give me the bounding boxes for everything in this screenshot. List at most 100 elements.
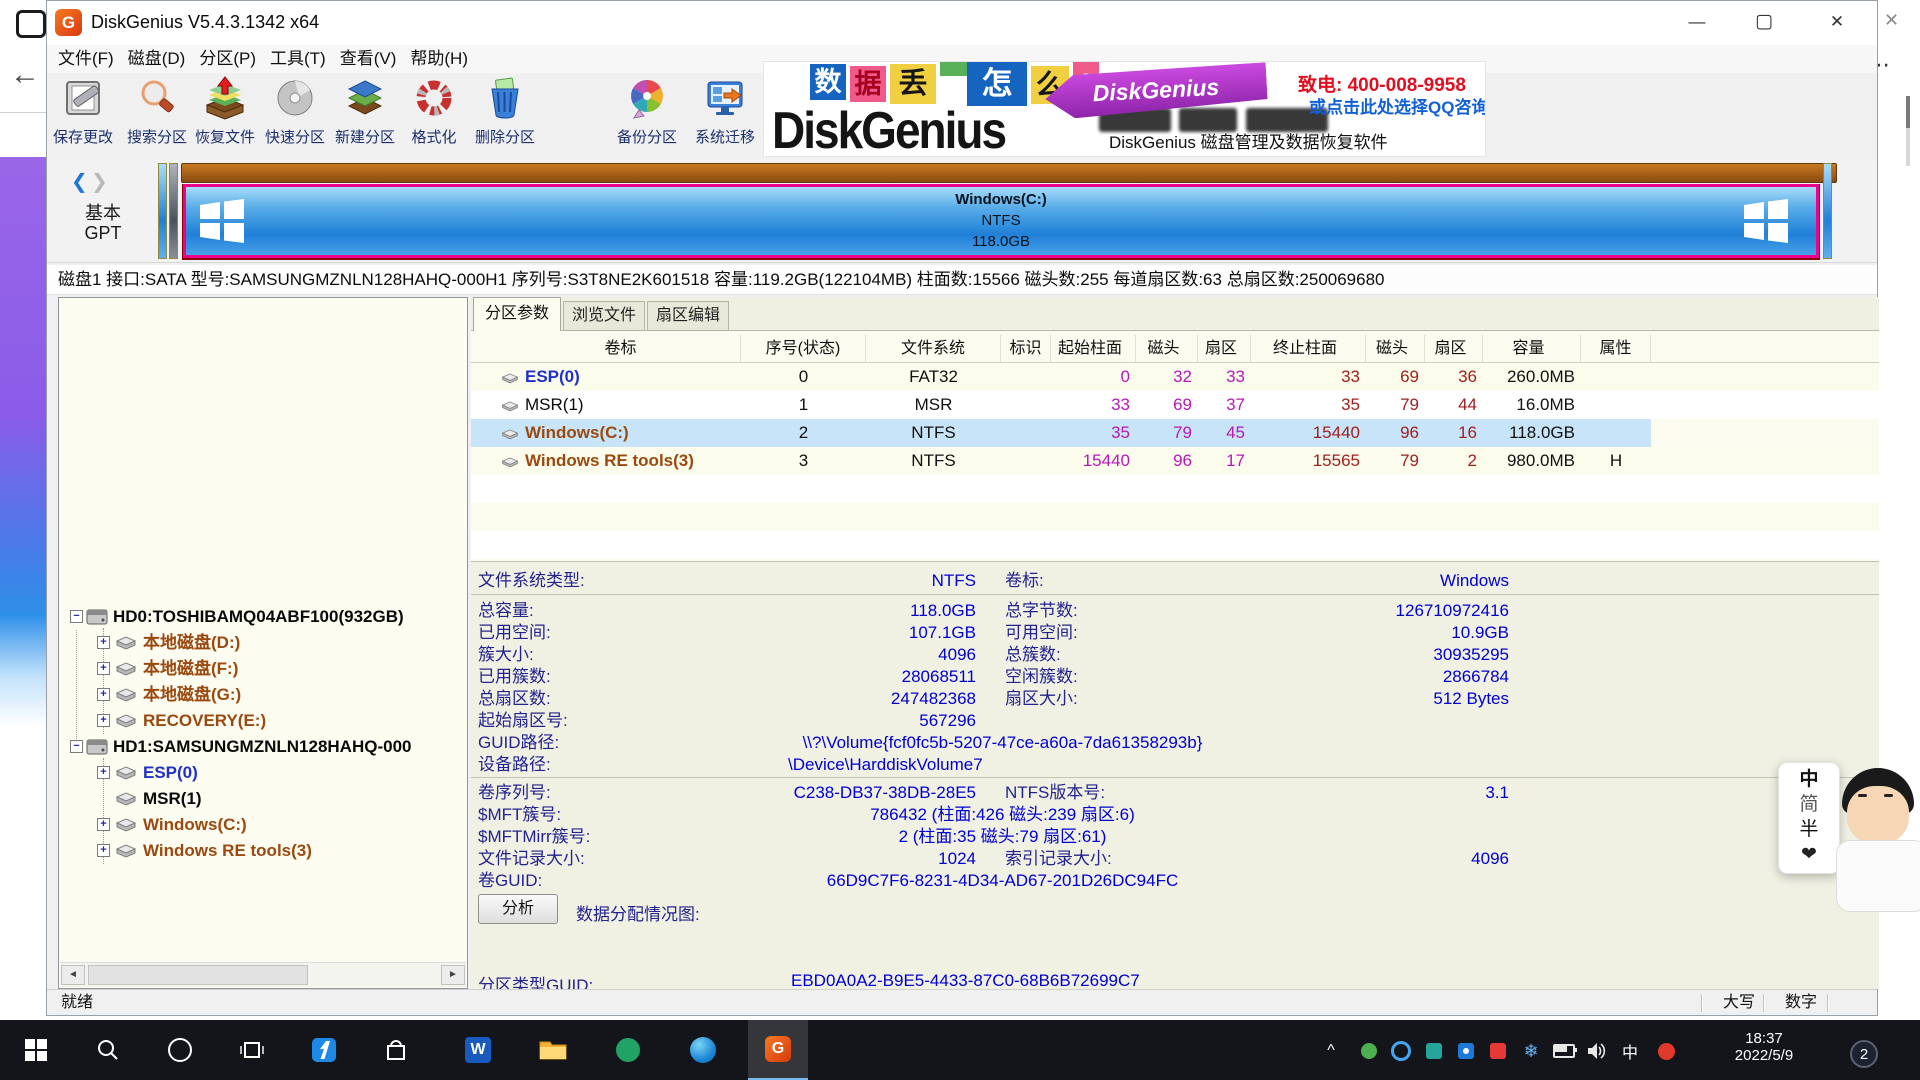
- screen: ← ✕ ⋯ G DiskGenius V5.4.3.1342 x64 — ▢ ✕…: [0, 0, 1920, 1080]
- expand-icon[interactable]: +: [97, 766, 110, 779]
- table-row-msr[interactable]: MSR(1) 1MSR 336937 357944 16.0MB: [471, 391, 1879, 419]
- banner-qq-link[interactable]: 或点击此处选择QQ咨询: [1309, 93, 1486, 118]
- scroll-right-icon[interactable]: ►: [441, 965, 465, 985]
- tab-browse-files[interactable]: 浏览文件: [563, 301, 645, 331]
- search-partition-button[interactable]: 搜索分区: [121, 76, 193, 156]
- recover-files-button[interactable]: 恢复文件: [189, 76, 261, 156]
- tray-qq-icon[interactable]: [1453, 1038, 1479, 1064]
- esp-partition-strip[interactable]: [158, 163, 167, 259]
- tree-item-recovery-e[interactable]: + RECOVERY(E:): [59, 708, 467, 734]
- horizontal-scrollbar[interactable]: ◄ ►: [60, 962, 466, 987]
- taskbar-search-button[interactable]: [78, 1020, 138, 1080]
- ime-char[interactable]: 半: [1779, 817, 1839, 842]
- menu-help[interactable]: 帮助(H): [403, 45, 475, 73]
- expand-icon[interactable]: +: [97, 714, 110, 727]
- snowflake-icon[interactable]: ❄: [1518, 1038, 1544, 1064]
- expand-icon[interactable]: +: [97, 818, 110, 831]
- tree-item-windows-re[interactable]: + Windows RE tools(3): [59, 838, 467, 864]
- tray-red-icon[interactable]: [1485, 1038, 1511, 1064]
- edge-button[interactable]: [673, 1020, 733, 1080]
- tray-expand-icon[interactable]: ^: [1318, 1038, 1344, 1064]
- new-partition-button[interactable]: 新建分区: [329, 76, 401, 156]
- file-explorer-button[interactable]: [523, 1020, 583, 1080]
- divider: [471, 594, 1879, 595]
- start-button[interactable]: [6, 1020, 66, 1080]
- tree-item-hd1[interactable]: − HD1:SAMSUNGMZNLN128HAHQ-000: [59, 734, 467, 760]
- msr-partition-strip[interactable]: [169, 163, 178, 259]
- table-row-windows-re[interactable]: Windows RE tools(3) 3NTFS 154409617 1556…: [471, 447, 1879, 475]
- nav-forward-icon[interactable]: ❯: [91, 169, 108, 194]
- nav-back-icon[interactable]: ❮: [71, 169, 88, 194]
- menu-view[interactable]: 查看(V): [333, 45, 404, 73]
- tree-item-msr[interactable]: MSR(1): [59, 786, 467, 812]
- task-view-button[interactable]: [222, 1020, 282, 1080]
- backup-partition-button[interactable]: 备份分区: [611, 76, 683, 156]
- table-row-windows-c[interactable]: Windows(C:) 2NTFS 357945 154409616 118.0…: [471, 419, 1879, 447]
- table-row-empty: [471, 531, 1879, 559]
- re-tools-partition-strip[interactable]: [1823, 163, 1832, 259]
- expand-icon[interactable]: +: [97, 662, 110, 675]
- scrollbar-thumb[interactable]: [1906, 96, 1910, 128]
- menu-tools[interactable]: 工具(T): [263, 45, 333, 73]
- store-button[interactable]: [366, 1020, 426, 1080]
- word-button[interactable]: W: [448, 1020, 508, 1080]
- avatar-body: [1836, 840, 1920, 912]
- window-restore-icon[interactable]: [16, 10, 46, 38]
- analyze-button[interactable]: 分析: [478, 894, 558, 924]
- tree-item-esp[interactable]: + ESP(0): [59, 760, 467, 786]
- notification-badge: 2: [1850, 1040, 1878, 1068]
- delete-partition-button[interactable]: 删除分区: [469, 76, 541, 156]
- maximize-button[interactable]: ▢: [1741, 1, 1787, 43]
- ime-floating-widget[interactable]: 中 简 半 ❤: [1778, 762, 1840, 874]
- ime-char[interactable]: 中: [1779, 767, 1839, 792]
- ad-banner[interactable]: 数 据 丢 怎 么 ! DiskGenius DiskGenius 致电: 40…: [763, 61, 1486, 157]
- tab-bar: 分区参数 浏览文件 扇区编辑: [471, 297, 1879, 331]
- tray-blue-ring-icon[interactable]: [1388, 1038, 1414, 1064]
- minimize-button[interactable]: —: [1674, 1, 1720, 43]
- back-arrow-icon[interactable]: ←: [10, 58, 40, 92]
- taskbar-clock[interactable]: 18:37 2022/5/9: [1700, 1020, 1828, 1080]
- tray-teal-icon[interactable]: [1421, 1038, 1447, 1064]
- expand-icon[interactable]: +: [97, 844, 110, 857]
- table-row-esp[interactable]: ESP(0) 0FAT32 03233 336936 260.0MB: [471, 363, 1879, 391]
- behind-window-close-icon[interactable]: ✕: [1884, 10, 1899, 31]
- tray-red-circle-icon[interactable]: [1653, 1038, 1679, 1064]
- volume-icon[interactable]: [1583, 1038, 1609, 1064]
- title-bar: G DiskGenius V5.4.3.1342 x64 — ▢ ✕: [47, 1, 1877, 45]
- format-button[interactable]: 格式化: [398, 76, 470, 156]
- quick-partition-button[interactable]: 快速分区: [259, 76, 331, 156]
- system-migration-button[interactable]: 系统迁移: [689, 76, 761, 156]
- save-changes-button[interactable]: 保存更改: [47, 76, 119, 156]
- heart-icon[interactable]: ❤: [1779, 842, 1839, 867]
- menu-partition[interactable]: 分区(P): [192, 45, 263, 73]
- green-app-icon: [616, 1038, 640, 1062]
- collapse-icon[interactable]: −: [70, 740, 83, 753]
- scroll-left-icon[interactable]: ◄: [61, 965, 85, 985]
- collapse-icon[interactable]: −: [70, 610, 83, 623]
- tray-green-icon[interactable]: [1356, 1038, 1382, 1064]
- tree-item-local-d[interactable]: + 本地磁盘(D:): [59, 630, 467, 656]
- app-blue-button[interactable]: [294, 1020, 354, 1080]
- tree-item-windows-c[interactable]: + Windows(C:): [59, 812, 467, 838]
- backup-partition-icon: [625, 76, 669, 120]
- disk-type-gpt: GPT: [67, 223, 139, 244]
- app-green-button[interactable]: [598, 1020, 658, 1080]
- scrollbar-thumb[interactable]: [88, 965, 308, 985]
- tab-sector-edit[interactable]: 扇区编辑: [647, 301, 729, 331]
- expand-icon[interactable]: +: [97, 688, 110, 701]
- diskgenius-taskbar-button[interactable]: G: [748, 1020, 808, 1080]
- table-header: 卷标 序号(状态) 文件系统 标识 起始柱面 磁头 扇区 终止柱面 磁头 扇区 …: [471, 335, 1879, 363]
- menu-disk[interactable]: 磁盘(D): [121, 45, 193, 73]
- battery-icon[interactable]: [1551, 1038, 1577, 1064]
- tab-partition-params[interactable]: 分区参数: [473, 297, 561, 331]
- ime-indicator[interactable]: 中: [1617, 1038, 1643, 1064]
- expand-icon[interactable]: +: [97, 636, 110, 649]
- tree-item-local-f[interactable]: + 本地磁盘(F:): [59, 656, 467, 682]
- close-button[interactable]: ✕: [1814, 1, 1860, 43]
- ime-char[interactable]: 简: [1779, 792, 1839, 817]
- tree-item-hd0[interactable]: − HD0:TOSHIBAMQ04ABF100(932GB): [59, 604, 467, 630]
- tree-item-local-g[interactable]: + 本地磁盘(G:): [59, 682, 467, 708]
- windows-c-partition-block[interactable]: Windows(C:) NTFS 118.0GB: [183, 184, 1819, 258]
- menu-file[interactable]: 文件(F): [51, 45, 121, 73]
- cortana-button[interactable]: [150, 1020, 210, 1080]
